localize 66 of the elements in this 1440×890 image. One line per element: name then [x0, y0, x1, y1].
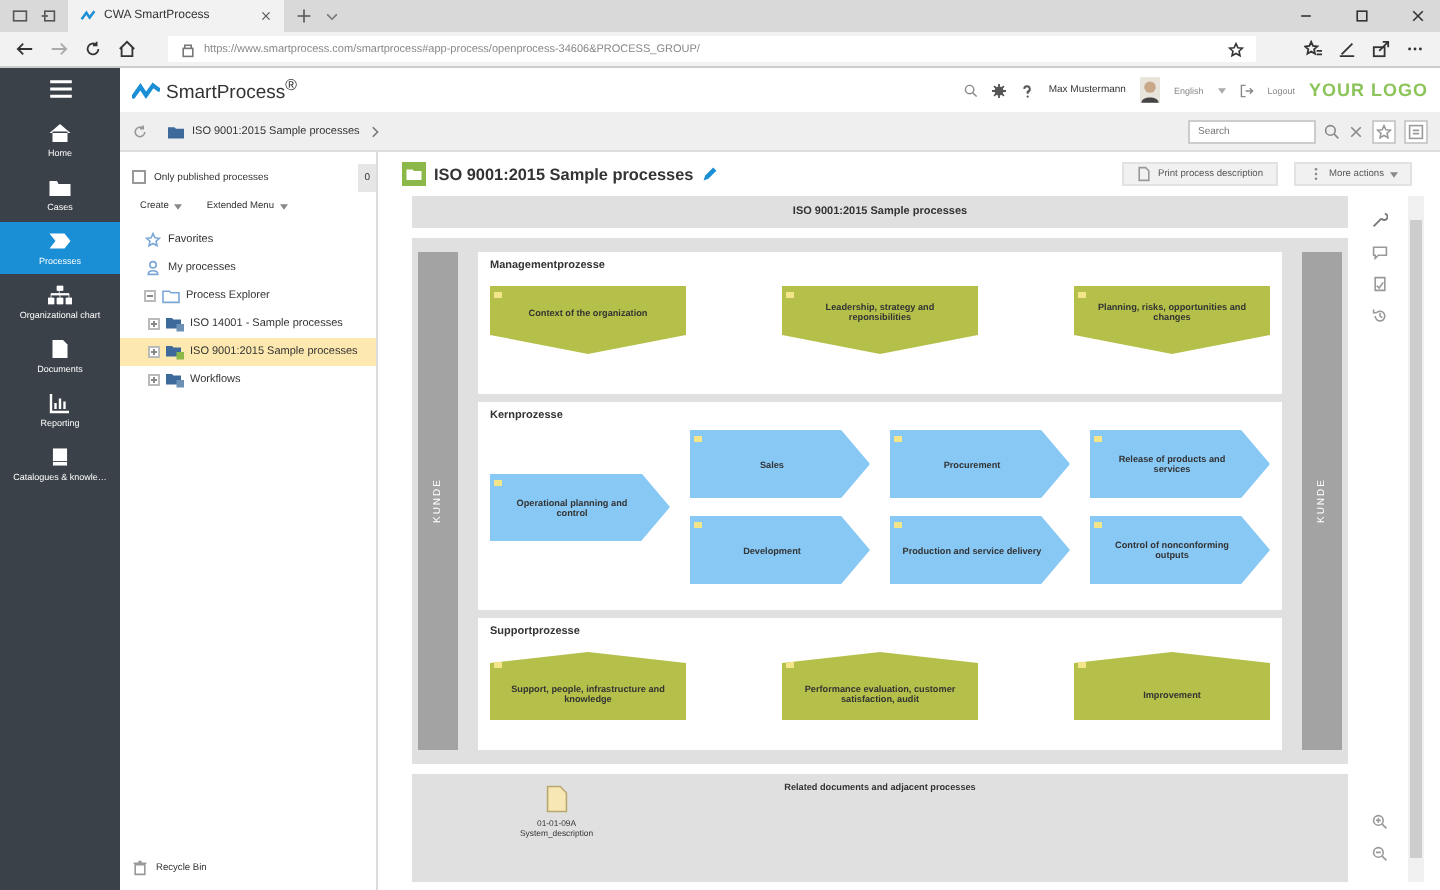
pen-icon[interactable]: [1338, 40, 1356, 58]
settings-icon[interactable]: [992, 83, 1007, 97]
chevron-right-icon[interactable]: [367, 123, 384, 139]
logout-icon[interactable]: [1239, 83, 1254, 97]
history-icon[interactable]: [1372, 308, 1388, 324]
expand-icon[interactable]: [148, 318, 160, 330]
folder-icon: [402, 162, 426, 186]
process-group-icon: [166, 344, 184, 360]
document-icon[interactable]: [545, 784, 568, 814]
book-icon: [48, 446, 72, 468]
close-icon[interactable]: [260, 10, 272, 22]
user-icon: [144, 260, 162, 276]
search-icon[interactable]: [1324, 123, 1340, 139]
close-icon[interactable]: [1410, 8, 1426, 24]
lock-icon: [180, 41, 196, 57]
folder-icon: [168, 123, 184, 139]
scrollbar-thumb[interactable]: [1410, 220, 1422, 858]
bar-chart-icon: [48, 392, 72, 414]
comment-icon[interactable]: [1372, 244, 1388, 260]
clear-icon[interactable]: [1348, 123, 1364, 139]
maximize-icon[interactable]: [1354, 8, 1370, 24]
process-group-icon: [166, 372, 184, 388]
document-icon: [48, 338, 72, 360]
search-icon[interactable]: [964, 83, 979, 97]
wrench-icon[interactable]: [1372, 212, 1388, 228]
folder-icon: [48, 176, 72, 198]
refresh-icon[interactable]: [84, 40, 102, 58]
chevron-down-icon[interactable]: [324, 8, 340, 24]
brand-logo-icon: [132, 81, 160, 99]
checkbox[interactable]: [132, 170, 146, 184]
favorites-icon[interactable]: [1304, 40, 1322, 58]
panel-icon[interactable]: [1404, 119, 1428, 143]
avatar[interactable]: [1139, 76, 1160, 104]
expand-icon[interactable]: [148, 346, 160, 358]
folder-icon: [162, 288, 180, 304]
chevron-shape-icon: [48, 230, 72, 252]
company-logo: YOUR LOGO: [1308, 80, 1428, 100]
expand-icon[interactable]: [148, 374, 160, 386]
caret-icon[interactable]: [174, 204, 183, 210]
star-icon: [144, 232, 162, 248]
tabs-icon[interactable]: [12, 8, 28, 24]
site-icon: [80, 8, 96, 24]
document-check-icon[interactable]: [1372, 276, 1388, 292]
star-icon[interactable]: [1228, 41, 1244, 57]
process-group-icon: [166, 316, 184, 332]
org-chart-icon: [48, 284, 72, 306]
zoom-in-icon[interactable]: [1372, 814, 1388, 830]
page-title: ISO 9001:2015 Sample processes: [434, 165, 694, 183]
collapse-icon[interactable]: [144, 290, 156, 302]
caret-icon: [1390, 171, 1398, 177]
home-icon[interactable]: [118, 40, 136, 58]
back-icon[interactable]: [16, 40, 34, 58]
document-icon: [1136, 166, 1152, 182]
home-icon: [48, 122, 72, 144]
caret-icon[interactable]: [1217, 87, 1226, 93]
menu-icon[interactable]: [49, 80, 71, 98]
trash-icon: [132, 860, 148, 876]
tab-back-icon[interactable]: [40, 8, 56, 24]
caret-icon[interactable]: [280, 204, 289, 210]
forward-icon[interactable]: [50, 40, 68, 58]
help-icon[interactable]: [1020, 83, 1035, 97]
brand-name: SmartProcess$^{®}$: [166, 75, 297, 105]
zoom-out-icon[interactable]: [1372, 846, 1388, 862]
edit-icon[interactable]: [701, 166, 718, 182]
share-icon[interactable]: [1372, 40, 1390, 58]
new-tab-icon[interactable]: [296, 8, 312, 24]
